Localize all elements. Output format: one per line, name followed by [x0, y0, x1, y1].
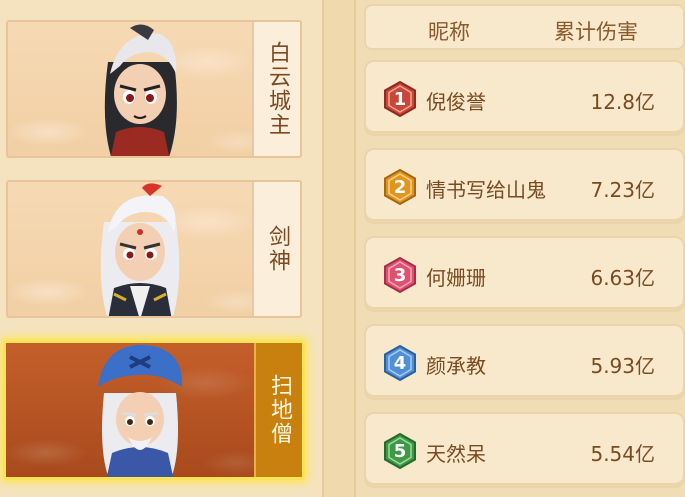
damage-value: 7.23亿 [590, 178, 655, 202]
ranking-row[interactable]: 1 倪俊誉 12.8亿 [364, 60, 685, 136]
ranking-row[interactable]: 3 何姗珊 6.63亿 [364, 236, 685, 312]
boss-card-baiyun[interactable]: 白云城主 [6, 20, 302, 158]
damage-value: 5.93亿 [590, 354, 655, 378]
player-nickname: 倪俊誉 [426, 90, 486, 114]
boss-name: 剑神 [265, 225, 290, 273]
boss-name-strip: 剑神 [252, 182, 300, 316]
ranking-row[interactable]: 2 情书写给山鬼 7.23亿 [364, 148, 685, 224]
rank-number: 3 [393, 264, 407, 286]
rank-number: 5 [393, 440, 407, 462]
rank-number-wrap: 5 [382, 433, 418, 469]
damage-ranking-panel: 昵称 累计伤害 1 倪俊誉 12.8亿 2 情书写给山鬼 7.23亿 3 何姗珊… [356, 0, 685, 497]
player-nickname: 颜承教 [426, 354, 486, 378]
boss-card-jianshen[interactable]: 剑神 [6, 180, 302, 318]
boss-name: 扫地僧 [267, 374, 292, 446]
boss-portrait-baiyun [104, 24, 177, 156]
player-nickname: 天然呆 [426, 442, 486, 466]
header-nickname: 昵称 [428, 20, 470, 44]
boss-card-saodiseng[interactable]: 扫地僧 [3, 340, 305, 480]
panel-divider [322, 0, 356, 497]
ranking-row[interactable]: 5 天然呆 5.54亿 [364, 412, 685, 488]
rank-number-wrap: 1 [382, 81, 418, 117]
damage-value: 6.63亿 [590, 266, 655, 290]
ranking-row[interactable]: 4 颜承教 5.93亿 [364, 324, 685, 400]
rank-number-wrap: 2 [382, 169, 418, 205]
boss-name-strip: 扫地僧 [254, 343, 302, 477]
header-damage: 累计伤害 [554, 20, 638, 44]
player-nickname: 情书写给山鬼 [426, 178, 546, 202]
rank-number: 1 [393, 88, 407, 110]
boss-name: 白云城主 [265, 41, 290, 137]
rank-number-wrap: 3 [382, 257, 418, 293]
boss-portrait-saodiseng [98, 344, 183, 477]
boss-name-strip: 白云城主 [252, 22, 300, 156]
player-nickname: 何姗珊 [426, 266, 486, 290]
ranking-header: 昵称 累计伤害 [364, 4, 685, 50]
rank-number: 4 [393, 352, 407, 374]
rank-number-wrap: 4 [382, 345, 418, 381]
boss-portrait-jianshen [100, 183, 180, 316]
boss-list-panel: 白云城主 剑神 扫地僧 [0, 0, 322, 497]
damage-value: 5.54亿 [590, 442, 655, 466]
damage-value: 12.8亿 [590, 90, 655, 114]
rank-number: 2 [393, 176, 407, 198]
